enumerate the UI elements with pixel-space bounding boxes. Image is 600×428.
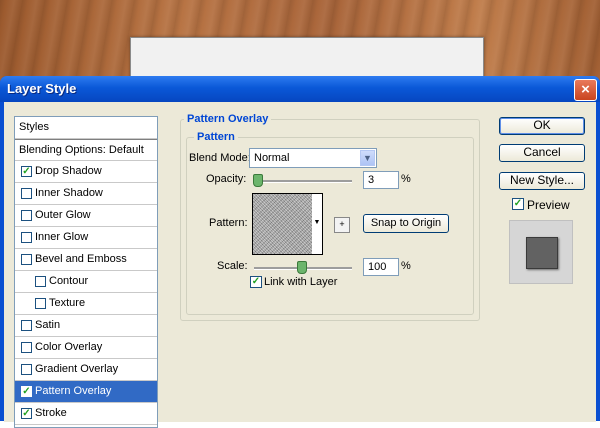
style-item-inner-shadow[interactable]: Inner Shadow [15,183,157,205]
style-item-drop-shadow[interactable]: ✓ Drop Shadow [15,161,157,183]
blend-mode-label: Blend Mode: [189,152,251,164]
style-checkbox[interactable] [21,254,32,265]
style-checkbox[interactable]: ✓ [21,166,32,177]
close-button[interactable]: × [574,79,597,101]
style-item-label: Styles [19,121,49,133]
style-item-gradient-overlay[interactable]: Gradient Overlay [15,359,157,381]
blend-mode-select[interactable]: Normal ▼ [249,148,377,168]
ok-label: OK [533,118,551,132]
section-title: Pattern Overlay [184,113,272,125]
style-checkbox[interactable] [21,210,32,221]
scale-unit: % [401,260,411,272]
style-checkbox[interactable] [35,276,46,287]
style-item-color-overlay[interactable]: Color Overlay [15,337,157,359]
style-item-label: Satin [35,319,61,331]
style-checkbox[interactable] [21,232,32,243]
style-checkbox[interactable] [21,188,32,199]
style-item-blending-options-default[interactable]: Blending Options: Default [15,139,157,161]
check-icon: ✓ [513,198,523,209]
opacity-value: 3 [368,174,375,186]
style-item-label: Inner Glow [35,231,89,243]
dialog-title: Layer Style [7,81,77,96]
style-item-texture[interactable]: Texture [15,293,157,315]
scale-value: 100 [368,261,387,273]
new-style-button[interactable]: New Style... [499,172,585,190]
opacity-slider-track[interactable] [254,180,352,183]
cancel-button[interactable]: Cancel [499,144,585,162]
title-bar[interactable]: Layer Style × [0,76,600,102]
style-item-label: Drop Shadow [35,165,102,177]
opacity-slider-thumb[interactable] [252,174,263,187]
style-item-label: Bevel and Emboss [35,253,127,265]
style-item-satin[interactable]: Satin [15,315,157,337]
style-preview [509,220,573,284]
style-checkbox[interactable] [21,364,32,375]
group-title: Pattern [194,131,238,143]
style-item-contour[interactable]: Contour [15,271,157,293]
style-item-label: Contour [49,275,89,287]
preview-checkbox[interactable]: ✓ [512,198,524,210]
close-icon: × [581,81,590,98]
snap-to-origin-button[interactable]: Snap to Origin [363,214,449,233]
style-item-label: Gradient Overlay [35,363,119,375]
ok-button[interactable]: OK [499,117,585,135]
blend-mode-value: Normal [254,152,290,164]
scale-input[interactable]: 100 [363,258,399,276]
pattern-picker-arrow-icon[interactable]: ▼ [312,193,323,255]
snap-to-origin-label: Snap to Origin [370,217,442,229]
link-with-layer-label[interactable]: Link with Layer [264,276,337,288]
opacity-input[interactable]: 3 [363,171,399,189]
style-item-stroke[interactable]: ✓ Stroke [15,403,157,425]
style-item-bevel-and-emboss[interactable]: Bevel and Emboss [15,249,157,271]
new-style-label: New Style... [509,173,575,187]
preview-label[interactable]: Preview [527,198,570,212]
styles-list: Styles Blending Options: Default ✓ Drop Sha… [14,116,158,428]
style-item-label: Color Overlay [35,341,103,353]
pattern-label: Pattern: [209,217,248,229]
check-icon: ✓ [251,276,261,287]
layer-style-dialog: Layer Style × Styles Blending Options: De… [0,76,600,428]
style-item-label: Inner Shadow [35,187,103,199]
style-checkbox[interactable]: ✓ [21,408,32,419]
style-item-label: Texture [49,297,86,309]
new-preset-icon[interactable]: + [334,217,350,233]
preview-thumbnail [526,237,558,269]
dialog-client-area: Styles Blending Options: Default ✓ Drop Sha… [4,102,596,428]
style-item-label: Blending Options: Default [19,144,144,156]
style-item-pattern-overlay[interactable]: ✓ Pattern Overlay [15,381,157,403]
style-item-label: Stroke [35,407,67,419]
style-item-outer-glow[interactable]: Outer Glow [15,205,157,227]
style-item-label: Pattern Overlay [35,385,112,397]
pattern-swatch[interactable] [252,193,314,255]
style-checkbox[interactable] [35,298,46,309]
style-item-label: Outer Glow [35,209,91,221]
style-item-inner-glow[interactable]: Inner Glow [15,227,157,249]
style-checkbox[interactable]: ✓ [21,386,32,397]
link-with-layer-checkbox[interactable]: ✓ [250,276,262,288]
scale-slider-thumb[interactable] [297,261,307,274]
opacity-label: Opacity: [206,173,247,185]
opacity-unit: % [401,173,411,185]
scale-label: Scale: [217,260,248,272]
style-checkbox[interactable] [21,320,32,331]
style-item-styles[interactable]: Styles [15,117,157,139]
style-checkbox[interactable] [21,342,32,353]
chevron-down-icon: ▼ [360,150,375,166]
cancel-label: Cancel [523,145,561,159]
